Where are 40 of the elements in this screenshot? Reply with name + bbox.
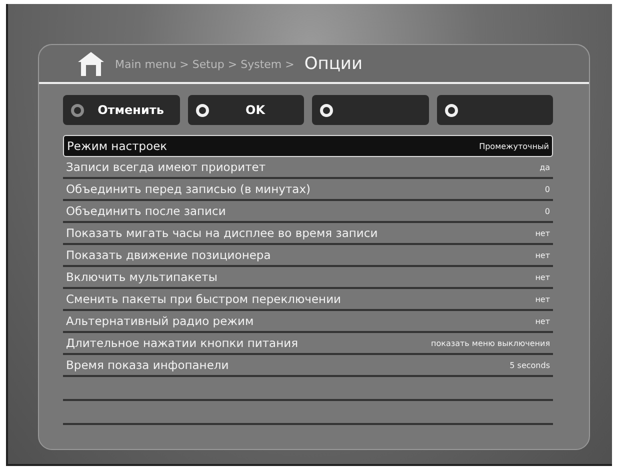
setting-value: нет [535, 228, 550, 238]
settings-row[interactable]: Объединить после записи 0 [63, 201, 553, 223]
setting-label: Показать мигать часы на дисплее во время записи [66, 226, 378, 240]
function-button[interactable]: Отменить [63, 95, 180, 125]
setting-label: Записи всегда имеют приоритет [66, 160, 266, 174]
setting-value: нет [535, 294, 550, 304]
page-title: Опции [304, 54, 363, 74]
setting-value: нет [535, 272, 550, 282]
setting-label: Альтернативный радио режим [66, 314, 254, 328]
setting-value: 0 [544, 184, 550, 194]
setting-label: Показать движение позиционера [66, 248, 271, 262]
function-button[interactable] [312, 95, 428, 125]
setting-label: Сменить пакеты при быстром переключении [66, 292, 342, 306]
setting-value: нет [535, 316, 550, 326]
settings-row[interactable]: Записи всегда имеют приоритет да [63, 157, 553, 179]
setting-label: Объединить перед записью (в минутах) [66, 182, 310, 196]
setting-value: да [540, 162, 550, 172]
settings-row[interactable]: Объединить перед записью (в минутах) 0 [63, 179, 553, 201]
function-button[interactable] [436, 95, 553, 125]
setting-label: Длительное нажатии кнопки питания [66, 336, 298, 350]
setting-value: показать меню выключения [431, 338, 550, 348]
function-button[interactable]: OK [188, 95, 304, 125]
settings-row[interactable]: Включить мультипакеты нет [63, 267, 553, 289]
setting-value: нет [535, 250, 550, 260]
settings-row[interactable]: Режим настроек Промежуточный [63, 135, 553, 157]
setting-label: Включить мультипакеты [66, 270, 218, 284]
setting-value: 0 [544, 206, 550, 216]
settings-row[interactable]: Показать мигать часы на дисплее во время записи нет [63, 223, 553, 245]
setting-value: 5 seconds [510, 360, 550, 370]
setting-label: Режим настроек [67, 139, 168, 153]
settings-row[interactable]: Сменить пакеты при быстром переключении нет [63, 289, 553, 311]
setting-value: Промежуточный [479, 142, 549, 150]
settings-row[interactable]: Время показа инфопанели 5 seconds [63, 355, 553, 377]
settings-row[interactable]: Показать движение позиционера нет [63, 245, 553, 267]
setting-label: Время показа инфопанели [66, 358, 229, 372]
setting-label: Объединить после записи [66, 204, 226, 218]
settings-row[interactable]: Длительное нажатии кнопки питания показать меню выключения [63, 333, 553, 355]
settings-row[interactable]: Альтернативный радио режим нет [63, 311, 553, 333]
breadcrumb: Main menu > Setup > System > [115, 58, 294, 70]
home-icon [77, 51, 105, 77]
